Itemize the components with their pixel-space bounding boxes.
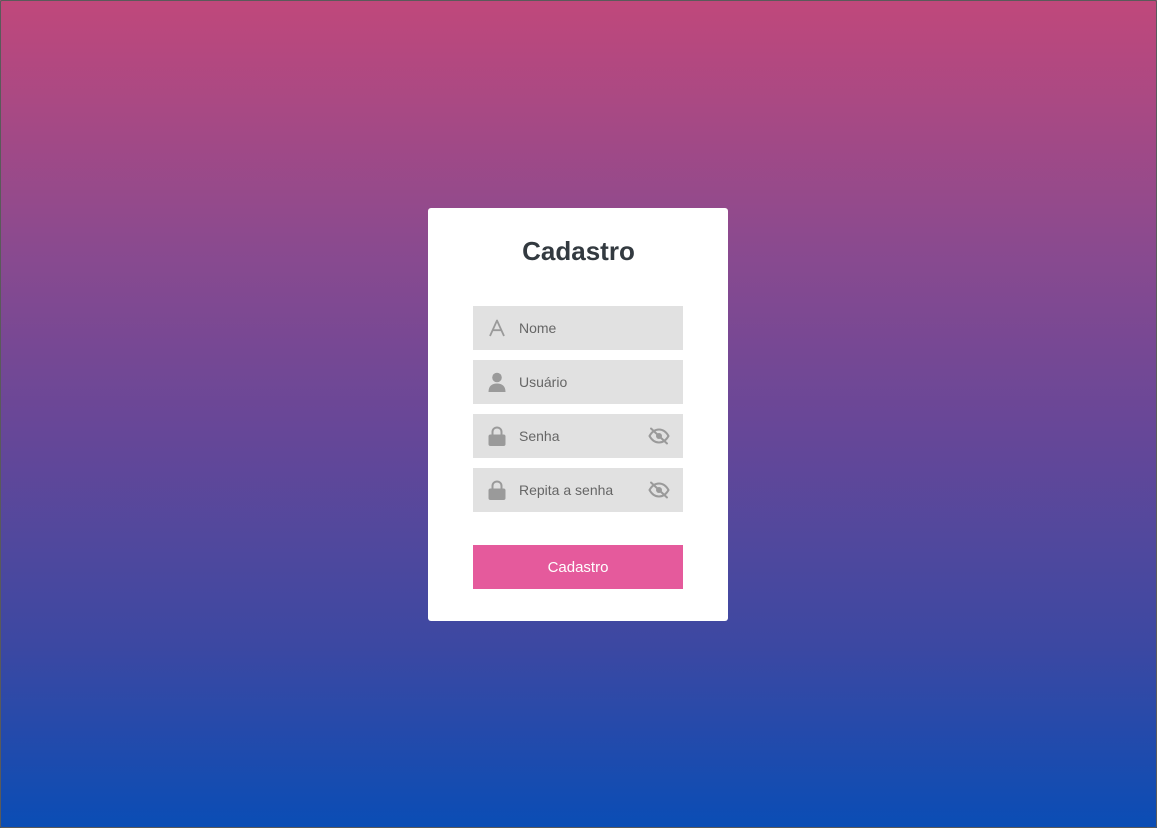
username-field[interactable] <box>473 360 683 404</box>
confirm-password-input[interactable] <box>519 468 639 512</box>
register-button[interactable]: Cadastro <box>473 545 683 589</box>
eye-slash-icon[interactable] <box>648 426 670 446</box>
letter-a-icon <box>487 318 507 338</box>
password-input[interactable] <box>519 414 639 458</box>
name-input[interactable] <box>519 306 639 350</box>
lock-icon <box>487 480 507 500</box>
eye-slash-icon[interactable] <box>648 480 670 500</box>
lock-icon <box>487 426 507 446</box>
password-field[interactable] <box>473 414 683 458</box>
user-icon <box>487 372 507 392</box>
confirm-password-field[interactable] <box>473 468 683 512</box>
username-input[interactable] <box>519 360 639 404</box>
name-field[interactable] <box>473 306 683 350</box>
page-title: Cadastro <box>522 236 635 266</box>
